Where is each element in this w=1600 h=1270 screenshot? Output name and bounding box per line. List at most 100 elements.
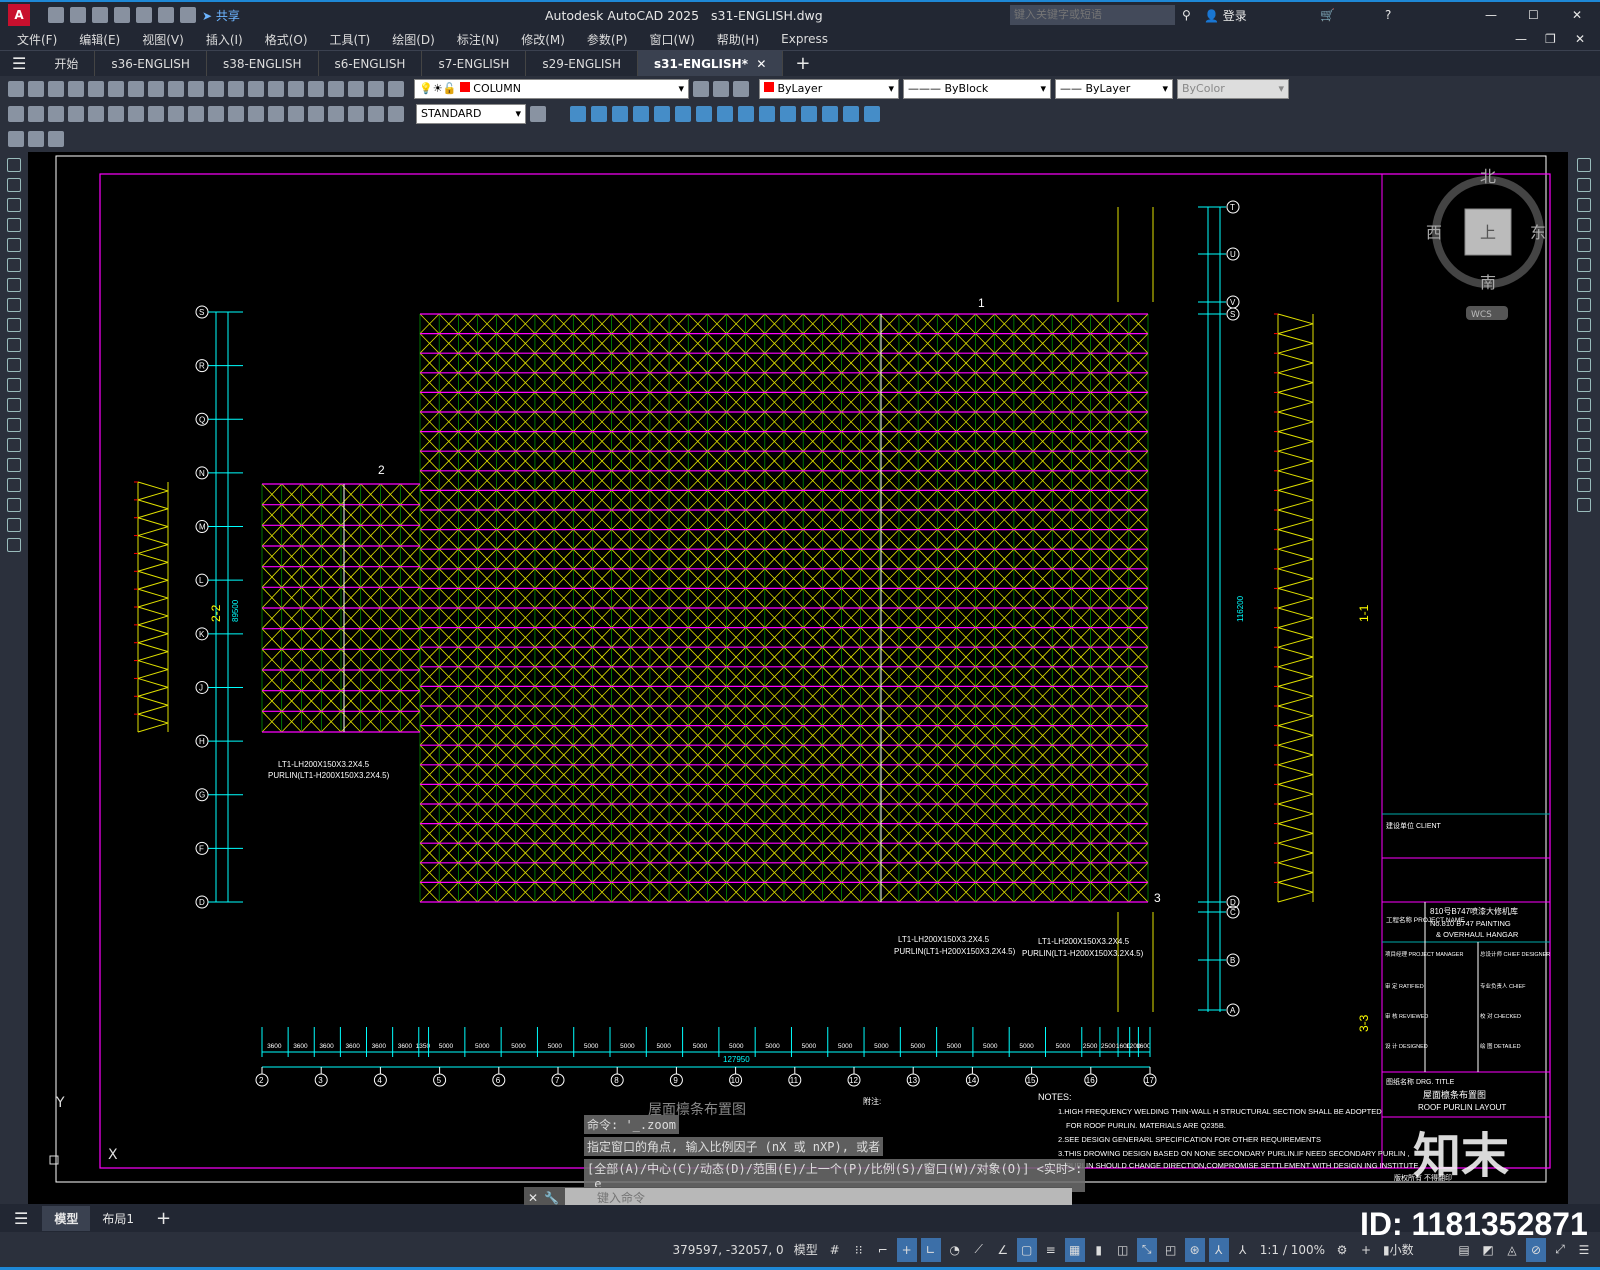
autoscale-icon[interactable]: ⅄ [1233, 1238, 1253, 1262]
save-icon[interactable] [92, 6, 108, 23]
mirror-icon[interactable] [591, 105, 607, 122]
quick-dim-icon[interactable] [168, 105, 184, 122]
viewcube-top[interactable]: 上 [1480, 223, 1496, 242]
doc-restore-button[interactable]: ❐ [1545, 32, 1556, 46]
search-icon[interactable]: ⚲ [1182, 8, 1191, 22]
help-icon[interactable]: ? [1385, 8, 1391, 22]
menu-tools[interactable]: 工具(T) [330, 31, 371, 48]
gradient-icon[interactable] [7, 458, 21, 472]
blend-icon[interactable] [1577, 478, 1591, 492]
circle-icon[interactable] [7, 278, 21, 292]
autocad-logo[interactable]: A [8, 4, 30, 26]
dim-break-icon[interactable] [248, 105, 264, 122]
rotate-icon[interactable] [1577, 278, 1591, 292]
join-icon[interactable] [801, 105, 817, 122]
array-icon[interactable] [633, 105, 649, 122]
tab-model[interactable]: 模型 [42, 1206, 91, 1231]
dim-text-edit-icon[interactable] [368, 105, 384, 122]
tab-s38[interactable]: s38-ENGLISH [207, 50, 319, 77]
tab-s6[interactable]: s6-ENGLISH [319, 50, 423, 77]
plot-icon[interactable] [68, 80, 84, 97]
make-block-icon[interactable] [7, 398, 21, 412]
doc-minimize-button[interactable]: — [1515, 32, 1527, 46]
annotation-scale[interactable]: 1:1 / 100% [1257, 1238, 1328, 1262]
dim-aligned-icon[interactable] [28, 105, 44, 122]
designcenter-icon[interactable] [308, 80, 324, 97]
gizmo-icon[interactable]: ⊛ [1184, 1237, 1205, 1262]
menu-window[interactable]: 窗口(W) [650, 31, 695, 48]
menu-format[interactable]: 格式(O) [265, 31, 308, 48]
save-as-icon[interactable] [114, 6, 130, 23]
redo-icon[interactable] [180, 6, 196, 23]
tab-layout1[interactable]: 布局1 [90, 1206, 146, 1231]
erase-icon[interactable] [1577, 158, 1591, 172]
join-icon[interactable] [1577, 418, 1591, 432]
copy-icon[interactable] [1577, 178, 1591, 192]
open-icon[interactable] [70, 6, 86, 23]
grid-icon[interactable]: # [825, 1238, 845, 1262]
menu-parametric[interactable]: 参数(P) [587, 31, 628, 48]
maximize-button[interactable]: ☐ [1528, 8, 1539, 22]
extend-icon[interactable] [1577, 358, 1591, 372]
dim-edit-icon[interactable] [348, 105, 364, 122]
toolpalette-icon[interactable] [328, 80, 344, 97]
layout-menu-icon[interactable]: ☰ [0, 1209, 42, 1228]
menu-insert[interactable]: 插入(I) [206, 31, 243, 48]
preview-icon[interactable] [88, 80, 104, 97]
compass-south[interactable]: 南 [1480, 273, 1496, 292]
spline-icon[interactable] [7, 318, 21, 332]
rectangle-icon[interactable] [7, 238, 21, 252]
jogged-linear-icon[interactable] [328, 105, 344, 122]
dim-ordinate-icon[interactable] [68, 105, 84, 122]
infer-icon[interactable]: ⌐ [873, 1238, 893, 1262]
tab-s7[interactable]: s7-ENGLISH [422, 50, 527, 77]
close-tab-icon[interactable]: ✕ [756, 57, 766, 71]
explode-icon[interactable] [864, 105, 880, 122]
new-icon[interactable] [48, 6, 64, 23]
help-icon[interactable] [368, 80, 384, 97]
paste-icon[interactable] [148, 80, 164, 97]
snap-icon[interactable]: ⁝⁝ [849, 1238, 869, 1262]
customize-icon[interactable]: 🔧 [544, 1191, 559, 1205]
dim-update-icon[interactable] [388, 105, 404, 122]
viewcube[interactable]: 上 北 南 东 西 WCS [1426, 167, 1546, 320]
stretch-icon[interactable] [1577, 318, 1591, 332]
make-current-icon[interactable] [693, 80, 709, 97]
revcloud-icon[interactable] [7, 298, 21, 312]
chamfer-icon[interactable] [1577, 438, 1591, 452]
extend-icon[interactable] [759, 105, 775, 122]
layer-tools-icon[interactable] [48, 131, 64, 147]
stretch-icon[interactable] [717, 105, 733, 122]
offset-icon[interactable] [612, 105, 628, 122]
region-icon[interactable] [7, 478, 21, 492]
mtext-icon[interactable] [7, 518, 21, 532]
scale-icon[interactable] [1577, 298, 1591, 312]
line-tool-icon[interactable] [7, 158, 21, 172]
linetype-dropdown[interactable]: ——— ByBlock ▾ [903, 78, 1051, 99]
close-button[interactable]: ✕ [1572, 8, 1582, 22]
add-selected-icon[interactable] [7, 538, 21, 552]
menu-edit[interactable]: 编辑(E) [79, 31, 120, 48]
dim-radius-icon[interactable] [88, 105, 104, 122]
attribute-icon[interactable] [28, 131, 44, 147]
menu-draw[interactable]: 绘图(D) [392, 31, 435, 48]
polyline-icon[interactable] [7, 198, 21, 212]
drawing-canvas[interactable]: 3600 3600 3600 3600 3600 3600 1350 5000 5000 5000… [28, 152, 1568, 1204]
new-tab-button[interactable]: + [783, 53, 822, 74]
workspace-gear-icon[interactable]: ⚙ [1332, 1238, 1352, 1262]
compass-west[interactable]: 西 [1426, 223, 1442, 242]
trim-icon[interactable] [738, 105, 754, 122]
lineweight-icon[interactable]: ≡ [1041, 1238, 1061, 1262]
tolerance-icon[interactable] [268, 105, 284, 122]
scale-icon[interactable] [696, 105, 712, 122]
chamfer-icon[interactable] [822, 105, 838, 122]
tab-s36[interactable]: s36-ENGLISH [95, 50, 207, 77]
minimize-button[interactable]: — [1485, 8, 1497, 22]
compass-east[interactable]: 东 [1530, 223, 1546, 242]
tabs-menu-icon[interactable]: ☰ [0, 54, 38, 73]
copy-icon[interactable] [570, 105, 586, 122]
qnew-icon[interactable] [8, 80, 24, 97]
pan-icon[interactable] [228, 80, 244, 97]
model-space-button[interactable]: 模型 [791, 1238, 821, 1262]
move-icon[interactable] [1577, 258, 1591, 272]
